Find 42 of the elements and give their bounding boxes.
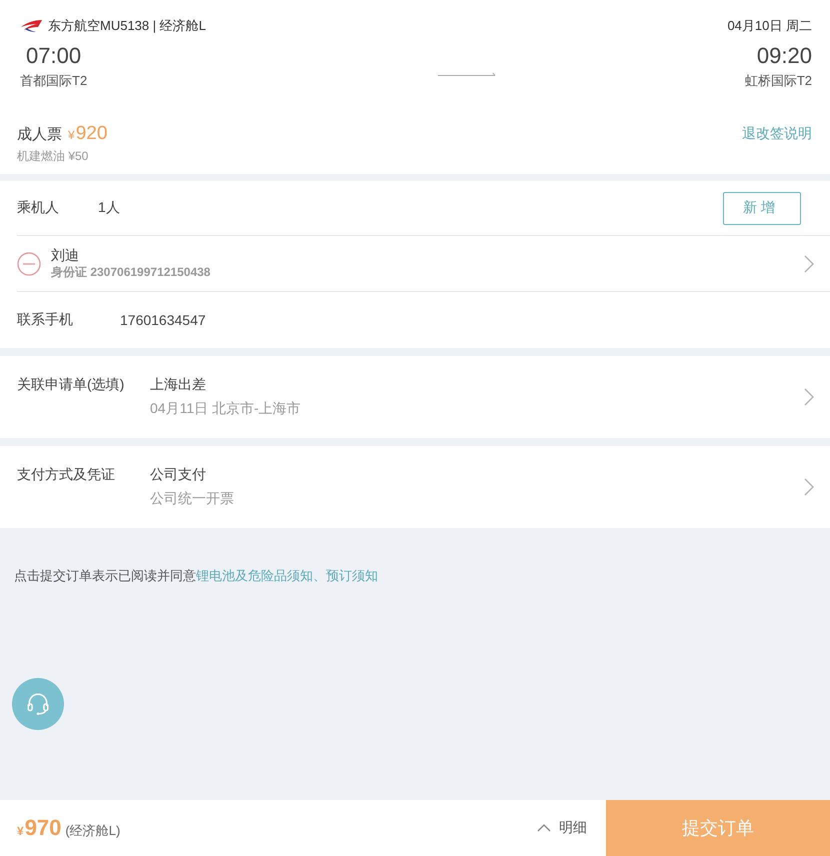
add-passenger-button[interactable]: 新增 xyxy=(723,192,801,224)
passenger-name: 刘迪 xyxy=(51,246,80,264)
option-row[interactable]: 支付方式及凭证 公司支付 公司统一开票 xyxy=(0,446,830,528)
flight-date: 04月10日 周二 xyxy=(727,17,812,35)
option-label: 支付方式及凭证 xyxy=(17,465,116,484)
total-price: ¥970 xyxy=(17,815,62,841)
arrival-airport: 虹桥国际T2 xyxy=(744,72,812,90)
airline-logo-icon xyxy=(20,19,42,33)
submit-order-button[interactable]: 提交订单 xyxy=(606,800,830,856)
contact-label: 联系手机 xyxy=(17,311,73,329)
departure-time: 07:00 xyxy=(26,42,82,70)
agreement-text: 点击提交订单表示已阅读并同意锂电池及危险品须知、预订须知 xyxy=(14,568,378,584)
airline-flight-text: 东方航空MU5138 | 经济舱L xyxy=(48,17,206,35)
contact-phone: 17601634547 xyxy=(120,312,206,328)
agreement-link[interactable]: 锂电池及危险品须知 xyxy=(196,568,313,583)
fare-price: ¥920 xyxy=(68,123,108,145)
option-detail: 04月11日 北京市-上海市 xyxy=(150,399,301,418)
fare-label: 成人票 xyxy=(17,125,62,144)
option-row[interactable]: 关联申请单(选填) 上海出差 04月11日 北京市-上海市 xyxy=(0,356,830,438)
agreement-link[interactable]: 预订须知 xyxy=(326,568,378,583)
remove-icon[interactable] xyxy=(17,252,41,276)
chevron-right-icon xyxy=(804,388,814,406)
chevron-right-icon xyxy=(804,478,814,496)
arrival-time: 09:20 xyxy=(756,42,812,70)
passenger-label: 乘机人 xyxy=(17,199,59,217)
passenger-item[interactable]: 刘迪 身份证 230706199712150438 xyxy=(17,236,830,292)
cabin-class: (经济舱L) xyxy=(65,822,120,840)
option-value: 上海出差 xyxy=(150,375,207,394)
option-detail: 公司统一开票 xyxy=(150,489,234,508)
chevron-right-icon xyxy=(804,254,814,272)
tax-text: 机建燃油 ¥50 xyxy=(17,148,90,164)
option-value: 公司支付 xyxy=(150,465,207,484)
departure-airport: 首都国际T2 xyxy=(20,72,88,90)
customer-service-button[interactable] xyxy=(12,678,64,730)
passenger-count: 1人 xyxy=(98,199,120,217)
passenger-id: 身份证 230706199712150438 xyxy=(51,264,210,281)
flight-arrow-icon xyxy=(438,72,496,76)
details-toggle[interactable]: 明细 xyxy=(537,819,587,837)
refund-policy-link[interactable]: 退改签说明 xyxy=(742,123,812,143)
option-label: 关联申请单(选填) xyxy=(17,375,126,394)
headset-icon xyxy=(25,691,51,717)
caret-up-icon xyxy=(537,824,551,832)
